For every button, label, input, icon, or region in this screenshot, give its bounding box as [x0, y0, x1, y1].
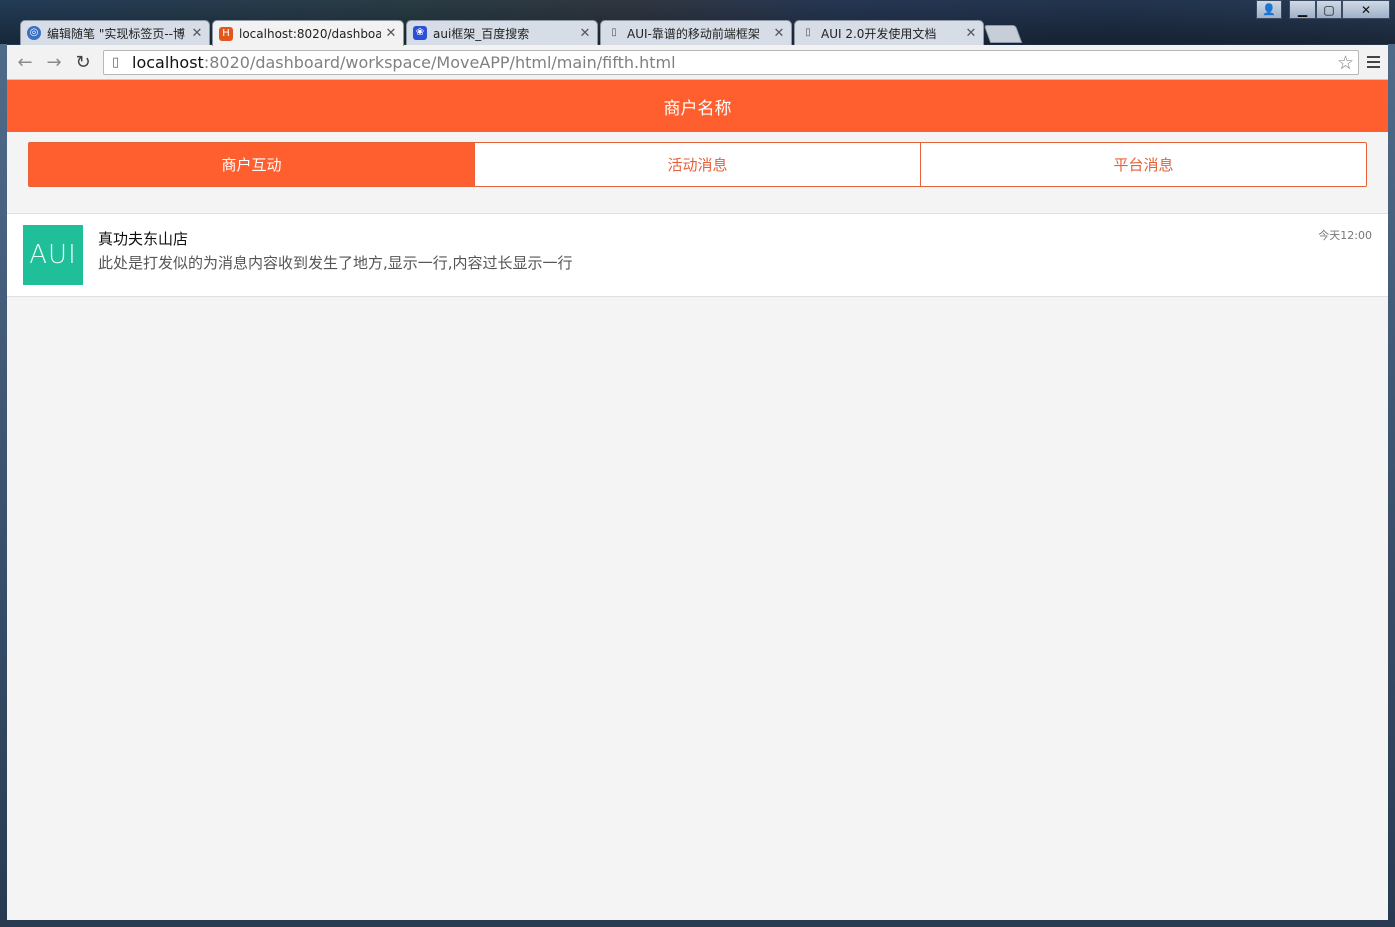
close-window-icon[interactable]: ✕ — [1342, 0, 1390, 19]
tab-label: 编辑随笔 "实现标签页--博 — [47, 26, 185, 41]
tab-label: localhost:8020/dashboa — [239, 26, 381, 41]
bookmark-star-icon[interactable]: ☆ — [1337, 52, 1354, 74]
close-icon[interactable]: ✕ — [191, 26, 203, 41]
segmented-control: 商户互动 活动消息 平台消息 — [28, 142, 1367, 187]
user-profile-icon[interactable]: 👤 — [1256, 0, 1282, 19]
page-icon: ▯ — [611, 27, 617, 38]
menu-icon[interactable] — [1362, 51, 1384, 73]
address-bar[interactable]: ▯ localhost:8020/dashboard/workspace/Mov… — [103, 50, 1359, 75]
browser-window: ◎ 编辑随笔 "实现标签页--博 ✕ H localhost:8020/dash… — [0, 0, 1395, 927]
back-icon[interactable]: ← — [14, 51, 36, 73]
window-controls: ▁ ▢ ✕ — [1289, 0, 1390, 20]
tab-label: AUI 2.0开发使用文档 — [821, 26, 937, 41]
tab-cnblogs[interactable]: ◎ 编辑随笔 "实现标签页--博 ✕ — [20, 20, 210, 45]
window-frame-bottom — [0, 920, 1395, 927]
tab-localhost[interactable]: H localhost:8020/dashboa ✕ — [212, 20, 404, 46]
tab-label: aui框架_百度搜索 — [433, 26, 530, 41]
tab-activity-messages[interactable]: 活动消息 — [474, 143, 920, 186]
close-icon[interactable]: ✕ — [773, 26, 785, 41]
close-icon[interactable]: ✕ — [965, 26, 977, 41]
tab-strip: ◎ 编辑随笔 "实现标签页--博 ✕ H localhost:8020/dash… — [0, 0, 1395, 46]
baidu-icon: ❀ — [413, 26, 427, 40]
minimize-icon[interactable]: ▁ — [1289, 0, 1316, 19]
tab-aui-docs[interactable]: ▯ AUI 2.0开发使用文档 ✕ — [794, 20, 984, 45]
window-frame-left — [0, 44, 7, 927]
tab-platform-messages[interactable]: 平台消息 — [920, 143, 1366, 186]
browser-toolbar: ← → ↻ ▯ localhost:8020/dashboard/workspa… — [7, 45, 1388, 80]
cnblogs-icon: ◎ — [27, 26, 41, 40]
hbuilder-icon: H — [219, 26, 233, 41]
reload-icon[interactable]: ↻ — [72, 51, 94, 73]
page-viewport: 商户名称 商户互动 活动消息 平台消息 AUI 真功夫东山店 此处是打发似的为消… — [7, 80, 1388, 920]
maximize-icon[interactable]: ▢ — [1316, 0, 1342, 19]
tab-merchant-interaction[interactable]: 商户互动 — [29, 143, 474, 186]
message-time: 今天12:00 — [1318, 229, 1372, 242]
close-icon[interactable]: ✕ — [385, 26, 397, 41]
url-text: localhost:8020/dashboard/workspace/MoveA… — [132, 53, 676, 72]
segment-wrapper: 商户互动 活动消息 平台消息 — [7, 132, 1388, 187]
message-text: 此处是打发似的为消息内容收到发生了地方,显示一行,内容过长显示一行 — [98, 254, 573, 272]
page-icon: ▯ — [112, 55, 120, 70]
tab-aui-home[interactable]: ▯ AUI-靠谱的移动前端框架 ✕ — [600, 20, 792, 45]
message-title: 真功夫东山店 — [98, 230, 189, 248]
close-icon[interactable]: ✕ — [579, 26, 591, 41]
new-tab-button[interactable] — [983, 25, 1023, 43]
forward-icon[interactable]: → — [43, 51, 65, 73]
message-list: AUI 真功夫东山店 此处是打发似的为消息内容收到发生了地方,显示一行,内容过长… — [7, 213, 1388, 297]
tab-baidu[interactable]: ❀ aui框架_百度搜索 ✕ — [406, 20, 598, 45]
list-item[interactable]: AUI 真功夫东山店 此处是打发似的为消息内容收到发生了地方,显示一行,内容过长… — [7, 214, 1388, 296]
window-frame-right — [1388, 44, 1395, 927]
page-title: 商户名称 — [663, 98, 732, 119]
avatar: AUI — [23, 225, 83, 285]
page-icon: ▯ — [805, 27, 811, 38]
tab-label: AUI-靠谱的移动前端框架 — [627, 26, 760, 41]
app-header: 商户名称 — [7, 80, 1388, 132]
